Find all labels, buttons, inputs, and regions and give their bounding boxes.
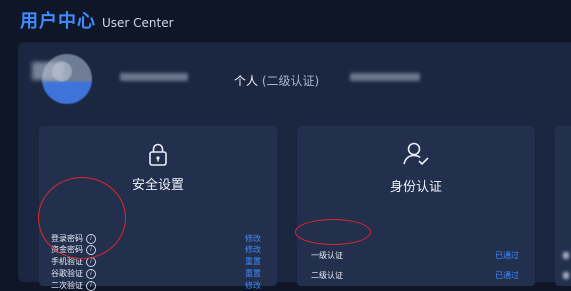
page-title-cn: 用户中心 bbox=[20, 11, 96, 32]
annotation-ellipse-security bbox=[38, 177, 126, 259]
partial-text bbox=[563, 272, 569, 279]
page-title-en: User Center bbox=[102, 16, 174, 30]
row-second-verify: 二次验证 i bbox=[51, 280, 96, 291]
row-google-verify: 谷歌验证 i bbox=[51, 268, 96, 279]
user-type-label: 个人 bbox=[234, 74, 259, 88]
page-title: 用户中心 User Center bbox=[20, 7, 174, 33]
identity-verification-card: 身份认证 一级认证 二级认证 已通过 已通过 bbox=[297, 126, 535, 286]
row-label: 谷歌验证 bbox=[51, 269, 83, 278]
username-redacted bbox=[120, 73, 188, 81]
user-info-row: 个人 (二级认证) bbox=[18, 42, 571, 112]
user-panel: 个人 (二级认证) 安全设置 登录密码 i 资金密码 i 手机验证 i 谷歌验证 i 二… bbox=[18, 42, 571, 291]
user-type: 个人 (二级认证) bbox=[234, 72, 319, 89]
reset-phone-verify-link[interactable]: 重置 bbox=[245, 256, 261, 267]
row-label: 二次验证 bbox=[51, 281, 83, 290]
user-type-sub: (二级认证) bbox=[261, 74, 320, 88]
modify-login-password-link[interactable]: 修改 bbox=[245, 233, 261, 244]
modify-second-verify-link[interactable]: 修改 bbox=[245, 280, 261, 291]
partial-text bbox=[563, 252, 569, 259]
info-icon[interactable]: i bbox=[86, 268, 96, 279]
row-level1-auth: 一级认证 bbox=[311, 250, 343, 261]
annotation-ellipse-level2 bbox=[295, 219, 371, 245]
user-verified-icon bbox=[403, 142, 429, 166]
third-card-partial bbox=[555, 126, 571, 286]
level1-status: 已通过 bbox=[495, 251, 519, 260]
identity-card-title: 身份认证 bbox=[389, 180, 442, 195]
lock-icon bbox=[149, 143, 167, 166]
reset-google-verify-link[interactable]: 重置 bbox=[245, 268, 261, 279]
info-icon[interactable]: i bbox=[86, 280, 96, 291]
modify-fund-password-link[interactable]: 修改 bbox=[245, 244, 261, 255]
user-id-redacted bbox=[350, 73, 420, 81]
avatar[interactable] bbox=[42, 54, 92, 104]
row-label: 一级认证 bbox=[311, 251, 343, 260]
